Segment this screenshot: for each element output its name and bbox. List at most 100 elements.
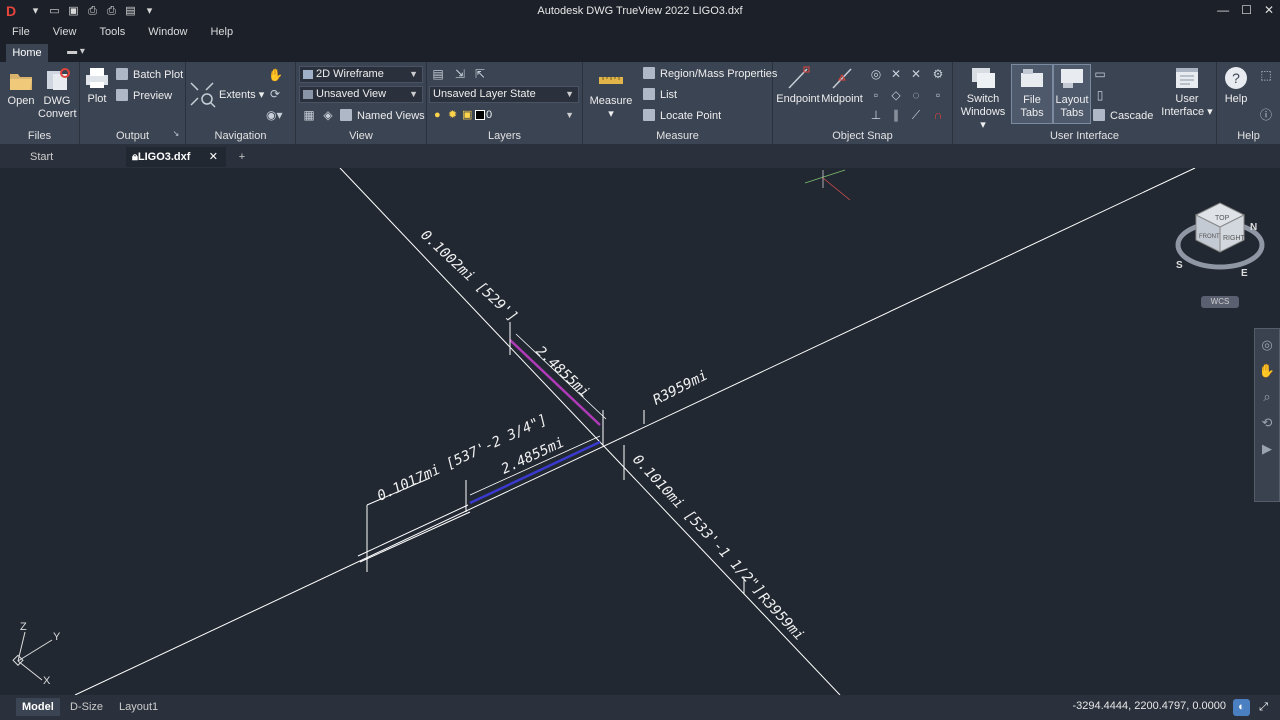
midpoint-icon xyxy=(832,68,852,89)
menu-help[interactable]: Help xyxy=(200,24,243,40)
layer-properties-icon[interactable]: ▤ xyxy=(431,67,445,81)
tab-home[interactable]: Home xyxy=(6,44,48,62)
steering-wheel-icon[interactable]: ◉▾ xyxy=(266,108,283,122)
file-tabs-button[interactable]: File Tabs xyxy=(1011,64,1053,124)
crosshair-x xyxy=(804,169,846,184)
snap-magnet-icon[interactable]: ∩ xyxy=(931,108,945,122)
drawing-viewport[interactable]: 0.1002mi [529'] 2.4855mi R3959mi 0.1017m… xyxy=(0,168,1280,695)
menu-file[interactable]: File xyxy=(0,24,40,40)
midpoint-button[interactable]: Midpoint xyxy=(819,66,865,106)
panel-label-object-snap: Object Snap xyxy=(832,130,893,142)
dimension-label: 0.1002mi [529'] xyxy=(417,227,520,325)
quadrant-snap-icon[interactable]: ◇ xyxy=(889,88,903,102)
drawing-canvas[interactable]: 0.1002mi [529'] 2.4855mi R3959mi 0.1017m… xyxy=(0,168,1280,695)
panel-label-view: View xyxy=(349,130,373,142)
tab-model[interactable]: Model xyxy=(16,698,60,716)
parallel-snap-icon[interactable]: ∥ xyxy=(889,108,903,122)
tab-ligo3[interactable]: 🔒︎LIGO3.dxf ✕ xyxy=(126,147,226,167)
navigation-bar: ◎ ✋ ⌕ ⟲ ▶ xyxy=(1254,328,1280,502)
pan-icon[interactable]: ✋ xyxy=(1257,361,1277,381)
layer-unisolate-icon[interactable]: ⇱ xyxy=(473,67,487,81)
open-button[interactable]: Open xyxy=(6,68,36,108)
batch-plot-icon xyxy=(116,68,128,80)
maximize-icon[interactable]: ☐ xyxy=(1241,3,1252,17)
endpoint-button[interactable]: Endpoint xyxy=(775,66,821,106)
perpendicular-snap-icon[interactable]: ⊥ xyxy=(869,108,883,122)
saved-view-dropdown[interactable]: Unsaved View ▼ xyxy=(299,86,423,103)
tab-d-size[interactable]: D-Size xyxy=(64,698,109,716)
tab-ligo3-label: LIGO3.dxf xyxy=(137,151,191,163)
fullscreen-icon[interactable]: ⤢ xyxy=(1255,699,1272,716)
switch-windows-icon xyxy=(972,68,995,88)
visual-style-dropdown[interactable]: 2D Wireframe ▼ xyxy=(299,66,423,83)
steering-wheel-icon[interactable]: ◎ xyxy=(1257,335,1277,355)
tile-horizontal-icon[interactable]: ▭ xyxy=(1093,67,1107,81)
batch-plot-button[interactable]: Batch Plot xyxy=(116,67,183,83)
preview-button[interactable]: Preview xyxy=(116,88,172,104)
line-diagonal-down xyxy=(339,168,841,695)
list-button[interactable]: List xyxy=(643,87,677,103)
intersection-snap-icon[interactable]: ✕ xyxy=(889,67,903,81)
named-views-button[interactable]: Named Views xyxy=(340,108,425,124)
extents-button[interactable]: Extents ▾ xyxy=(219,87,264,103)
orbit-icon[interactable]: ⟲ xyxy=(1257,413,1277,433)
isolate-objects-icon[interactable]: ◐ xyxy=(1233,699,1250,716)
tile-vertical-icon[interactable]: ▯ xyxy=(1093,88,1107,102)
switch-windows-button[interactable]: Switch Windows ▾ xyxy=(957,66,1009,132)
tab-layout1[interactable]: Layout1 xyxy=(113,698,164,716)
node-snap-icon[interactable]: ▫ xyxy=(869,88,883,102)
orbit-icon[interactable]: ⟳ xyxy=(268,87,282,101)
menu-view[interactable]: View xyxy=(43,24,87,40)
showmotion-icon[interactable]: ▶ xyxy=(1257,439,1277,459)
tab-start[interactable]: Start xyxy=(6,147,126,167)
snap-settings-icon[interactable]: ⚙ xyxy=(931,67,945,81)
ribbon-minimize-icon[interactable]: ▬ ▾ xyxy=(64,46,88,60)
3d-box-icon[interactable]: ◈ xyxy=(321,108,335,122)
dwg-convert-button[interactable]: DWG Convert xyxy=(38,68,77,121)
zoom-icon[interactable]: ⌕ xyxy=(1257,387,1277,407)
apparent-intersection-icon[interactable]: ✕ xyxy=(909,67,923,81)
menu-window[interactable]: Window xyxy=(138,24,197,40)
pan-hand-icon[interactable]: ✋ xyxy=(268,68,283,82)
tangent-snap-icon[interactable]: ◌ xyxy=(909,88,923,102)
layer-state-dropdown[interactable]: Unsaved Layer State ▼ xyxy=(429,86,579,103)
file-tab-bar: Start 🔒︎LIGO3.dxf ✕ + xyxy=(0,144,1280,168)
ruler-icon xyxy=(599,77,623,84)
minimize-icon[interactable]: — xyxy=(1217,3,1229,17)
center-snap-icon[interactable]: ◎ xyxy=(869,67,883,81)
wireframe-icon xyxy=(303,70,313,79)
panel-view: 2D Wireframe ▼ Unsaved View ▼ ▦ ◈ Named Vi… xyxy=(296,62,427,144)
panel-output: Plot Batch Plot Preview Output ↘ xyxy=(80,62,186,144)
dwg-convert-icon xyxy=(47,68,70,90)
svg-text:S: S xyxy=(1176,260,1183,271)
viewcube[interactable]: TOP FRONT RIGHT N S E xyxy=(1175,202,1265,279)
insertion-snap-icon[interactable]: ▫ xyxy=(931,88,945,102)
layer-isolate-icon[interactable]: ⇲ xyxy=(453,67,467,81)
layout-tabs-button[interactable]: Layout Tabs xyxy=(1053,64,1091,124)
user-interface-button[interactable]: User Interface ▾ xyxy=(1161,66,1213,119)
cascade-button[interactable]: Cascade xyxy=(1093,108,1153,124)
panel-navigation: Extents ▾ ✋ ⟳ ◉▾ Navigation xyxy=(186,62,296,144)
info-icon[interactable]: ⓘ xyxy=(1259,108,1273,122)
svg-text:X: X xyxy=(43,675,51,687)
panel-expand-icon[interactable]: ↘ xyxy=(169,127,183,141)
measure-button[interactable]: Measure ▾ xyxy=(589,68,633,121)
panel-help: ? Help ⬚ ⓘ Help xyxy=(1217,62,1280,144)
locate-point-button[interactable]: Locate Point xyxy=(643,108,721,124)
new-tab-icon[interactable]: + xyxy=(234,147,250,167)
layer-dropdown[interactable]: ● ✹ ▣ 0 ▼ xyxy=(429,107,579,124)
plot-button[interactable]: Plot xyxy=(82,66,112,106)
panel-user-interface: Switch Windows ▾ File Tabs Layout Tabs ▭ ▯… xyxy=(953,62,1217,144)
close-tab-icon[interactable]: ✕ xyxy=(209,147,218,167)
extents-icon xyxy=(190,82,216,108)
line-diagonal-up xyxy=(74,168,1196,695)
view-cube-icon[interactable]: ▦ xyxy=(302,108,316,122)
panel-measure: Measure ▾ Region/Mass Properties List Loc… xyxy=(583,62,777,144)
menu-tools[interactable]: Tools xyxy=(90,24,136,40)
close-icon[interactable]: ✕ xyxy=(1264,3,1274,17)
region-mass-properties-button[interactable]: Region/Mass Properties xyxy=(643,66,777,82)
wcs-menu-button[interactable]: WCS xyxy=(1201,296,1239,308)
nearest-snap-icon[interactable]: ⟋ xyxy=(909,108,923,122)
help-dropdown-icon[interactable]: ⬚ xyxy=(1259,68,1273,82)
help-button[interactable]: ? Help xyxy=(1219,66,1253,106)
